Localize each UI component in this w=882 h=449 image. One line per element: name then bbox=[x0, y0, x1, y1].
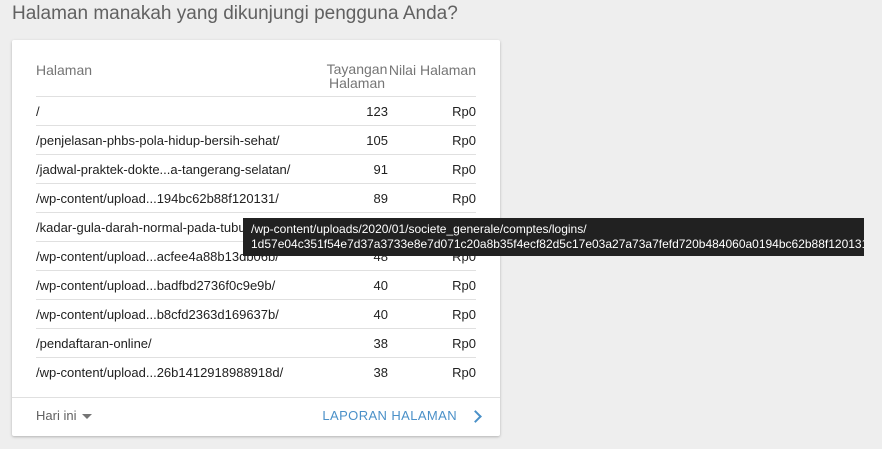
page-value: Rp0 bbox=[452, 278, 476, 293]
column-header-pageviews[interactable]: Tayangan Halaman bbox=[326, 62, 388, 90]
page-path[interactable]: /kadar-gula-darah-normal-pada-tubuh/ bbox=[36, 220, 256, 235]
tooltip-line-1: /wp-content/uploads/2020/01/societe_gene… bbox=[251, 222, 587, 236]
table-row[interactable]: /wp-content/upload...26b1412918988918d/ … bbox=[36, 358, 476, 386]
caret-down-icon bbox=[82, 413, 93, 419]
page-value: Rp0 bbox=[452, 133, 476, 148]
page-value: Rp0 bbox=[452, 162, 476, 177]
page-path[interactable]: /pendaftaran-online/ bbox=[36, 336, 152, 351]
table-row[interactable]: /wp-content/upload...b8cfd2363d169637b/ … bbox=[36, 300, 476, 329]
page-path-tooltip: /wp-content/uploads/2020/01/societe_gene… bbox=[243, 218, 864, 256]
page-value: Rp0 bbox=[452, 307, 476, 322]
page-path[interactable]: /wp-content/upload...26b1412918988918d/ bbox=[36, 365, 283, 380]
pageviews: 123 bbox=[366, 104, 388, 119]
page-value: Rp0 bbox=[452, 104, 476, 119]
table-row[interactable]: /pendaftaran-online/ 38 Rp0 bbox=[36, 329, 476, 358]
pageviews: 38 bbox=[373, 365, 388, 380]
page-path[interactable]: /wp-content/upload...b8cfd2363d169637b/ bbox=[36, 307, 279, 322]
date-range-dropdown[interactable]: Hari ini bbox=[36, 408, 93, 423]
pages-report-link[interactable]: LAPORAN HALAMAN bbox=[322, 408, 482, 423]
table-row[interactable]: /jadwal-praktek-dokte...a-tangerang-sela… bbox=[36, 155, 476, 184]
page-path[interactable]: /jadwal-praktek-dokte...a-tangerang-sela… bbox=[36, 162, 290, 177]
pageviews: 40 bbox=[373, 307, 388, 322]
table-header: Halaman Tayangan Halaman Nilai Halaman bbox=[36, 62, 476, 97]
column-header-pageviews-line2: Halaman bbox=[328, 75, 386, 91]
page-path[interactable]: / bbox=[36, 104, 40, 119]
pageviews: 38 bbox=[373, 336, 388, 351]
column-header-page[interactable]: Halaman bbox=[36, 62, 92, 78]
date-range-label: Hari ini bbox=[36, 408, 77, 423]
page-path[interactable]: /wp-content/upload...194bc62b88f120131/ bbox=[36, 191, 279, 206]
table-row[interactable]: /penjelasan-phbs-pola-hidup-bersih-sehat… bbox=[36, 126, 476, 155]
page-path[interactable]: /wp-content/upload...badfbd2736f0c9e9b/ bbox=[36, 278, 275, 293]
table-row[interactable]: / 123 Rp0 bbox=[36, 97, 476, 126]
tooltip-line-2: 1d57e04c351f54e7d37a3733e8e7d071c20a8b35… bbox=[251, 237, 864, 251]
table-row[interactable]: /wp-content/upload...badfbd2736f0c9e9b/ … bbox=[36, 271, 476, 300]
pages-report-link-label: LAPORAN HALAMAN bbox=[322, 408, 457, 423]
page-path[interactable]: /penjelasan-phbs-pola-hidup-bersih-sehat… bbox=[36, 133, 280, 148]
pageviews: 40 bbox=[373, 278, 388, 293]
page-value: Rp0 bbox=[452, 336, 476, 351]
pageviews: 91 bbox=[373, 162, 388, 177]
page-heading: Halaman manakah yang dikunjungi pengguna… bbox=[12, 3, 458, 24]
pageviews: 89 bbox=[373, 191, 388, 206]
page-value: Rp0 bbox=[452, 191, 476, 206]
chevron-right-icon bbox=[469, 409, 482, 423]
card-footer: Hari ini LAPORAN HALAMAN bbox=[12, 397, 500, 437]
pageviews: 105 bbox=[366, 133, 388, 148]
column-header-page-value[interactable]: Nilai Halaman bbox=[389, 62, 476, 78]
table-row[interactable]: /wp-content/upload...194bc62b88f120131/ … bbox=[36, 184, 476, 213]
page-value: Rp0 bbox=[452, 365, 476, 380]
